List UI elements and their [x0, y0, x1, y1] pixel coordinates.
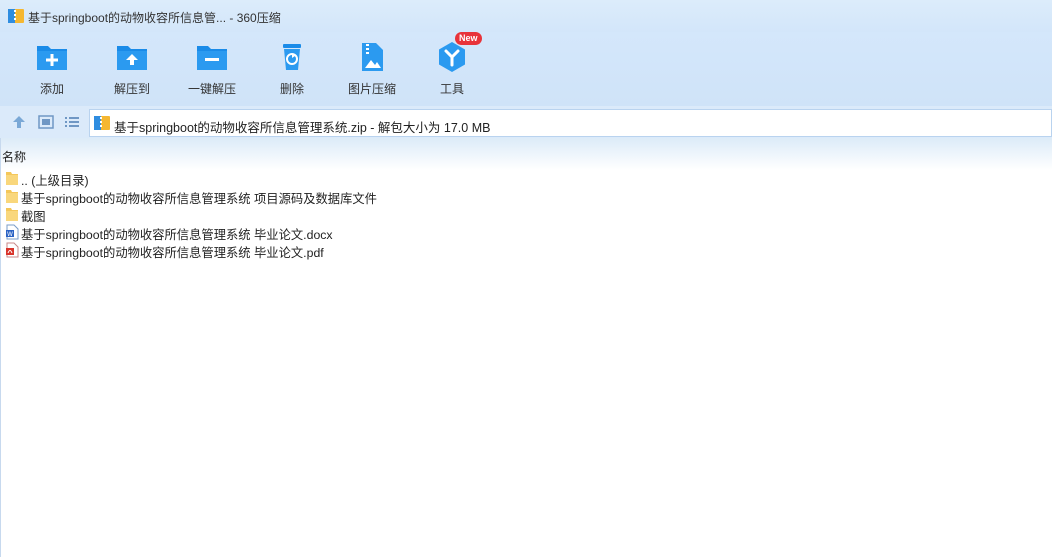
delete-button[interactable]: 删除: [257, 40, 327, 97]
folder-icon: [6, 172, 18, 185]
tools-icon: [439, 42, 465, 72]
file-row-screenshots-folder[interactable]: 截图: [3, 205, 603, 224]
toolbar: 添加 解压到 一键解压 删除 图片压缩 New 工具: [0, 32, 1052, 106]
delete-label: 删除: [279, 82, 304, 96]
zip-archive-icon: [94, 116, 110, 130]
delete-bin-icon: [283, 44, 301, 70]
pane-divider: [0, 138, 1, 557]
image-compress-label: 图片压缩: [347, 82, 396, 96]
image-compress-button[interactable]: 图片压缩: [337, 40, 407, 97]
one-click-extract-icon: [197, 46, 227, 70]
file-row-pdf[interactable]: 基于springboot的动物收容所信息管理系统 毕业论文.pdf: [3, 241, 603, 260]
address-bar: 基于springboot的动物收容所信息管理系统.zip - 解包大小为 17.…: [0, 106, 1052, 138]
list-view-icon[interactable]: [64, 114, 80, 130]
extract-to-icon: [117, 46, 147, 70]
add-folder-icon: [37, 46, 67, 70]
new-badge: New: [455, 32, 482, 45]
file-row-parent[interactable]: .. (上级目录): [3, 169, 603, 188]
up-arrow-icon[interactable]: [11, 114, 27, 130]
tools-button[interactable]: New 工具: [417, 32, 487, 97]
add-label: 添加: [39, 82, 64, 96]
file-name: 基于springboot的动物收容所信息管理系统 毕业论文.pdf: [21, 246, 324, 260]
tools-label: 工具: [439, 82, 464, 96]
window-title: 基于springboot的动物收容所信息管... - 360压缩: [28, 11, 281, 25]
file-row-source-folder[interactable]: 基于springboot的动物收容所信息管理系统 项目源码及数据库文件: [3, 187, 603, 206]
extract-to-button[interactable]: 解压到: [97, 40, 167, 97]
header-gradient: [0, 138, 1052, 170]
add-button[interactable]: 添加: [17, 40, 87, 97]
path-field[interactable]: 基于springboot的动物收容所信息管理系统.zip - 解包大小为 17.…: [89, 109, 1052, 137]
title-bar: 基于springboot的动物收容所信息管... - 360压缩: [0, 0, 1052, 32]
word-document-icon: W: [6, 224, 19, 240]
one-click-extract-label: 一键解压: [187, 82, 236, 96]
file-row-docx[interactable]: W 基于springboot的动物收容所信息管理系统 毕业论文.docx: [3, 223, 603, 242]
file-list: .. (上级目录) 基于springboot的动物收容所信息管理系统 项目源码及…: [3, 169, 603, 260]
folder-icon: [6, 190, 18, 203]
column-header-name[interactable]: 名称: [2, 148, 26, 165]
archive-path: 基于springboot的动物收容所信息管理系统.zip - 解包大小为 17.…: [114, 121, 491, 135]
one-click-extract-button[interactable]: 一键解压: [177, 40, 247, 97]
extract-to-label: 解压到: [113, 82, 150, 96]
thumbnail-view-icon[interactable]: [38, 114, 54, 130]
pdf-document-icon: [6, 242, 19, 258]
folder-icon: [6, 208, 18, 221]
zip-archive-icon: [8, 9, 24, 23]
svg-text:W: W: [7, 231, 13, 238]
image-compress-icon: [362, 43, 383, 71]
